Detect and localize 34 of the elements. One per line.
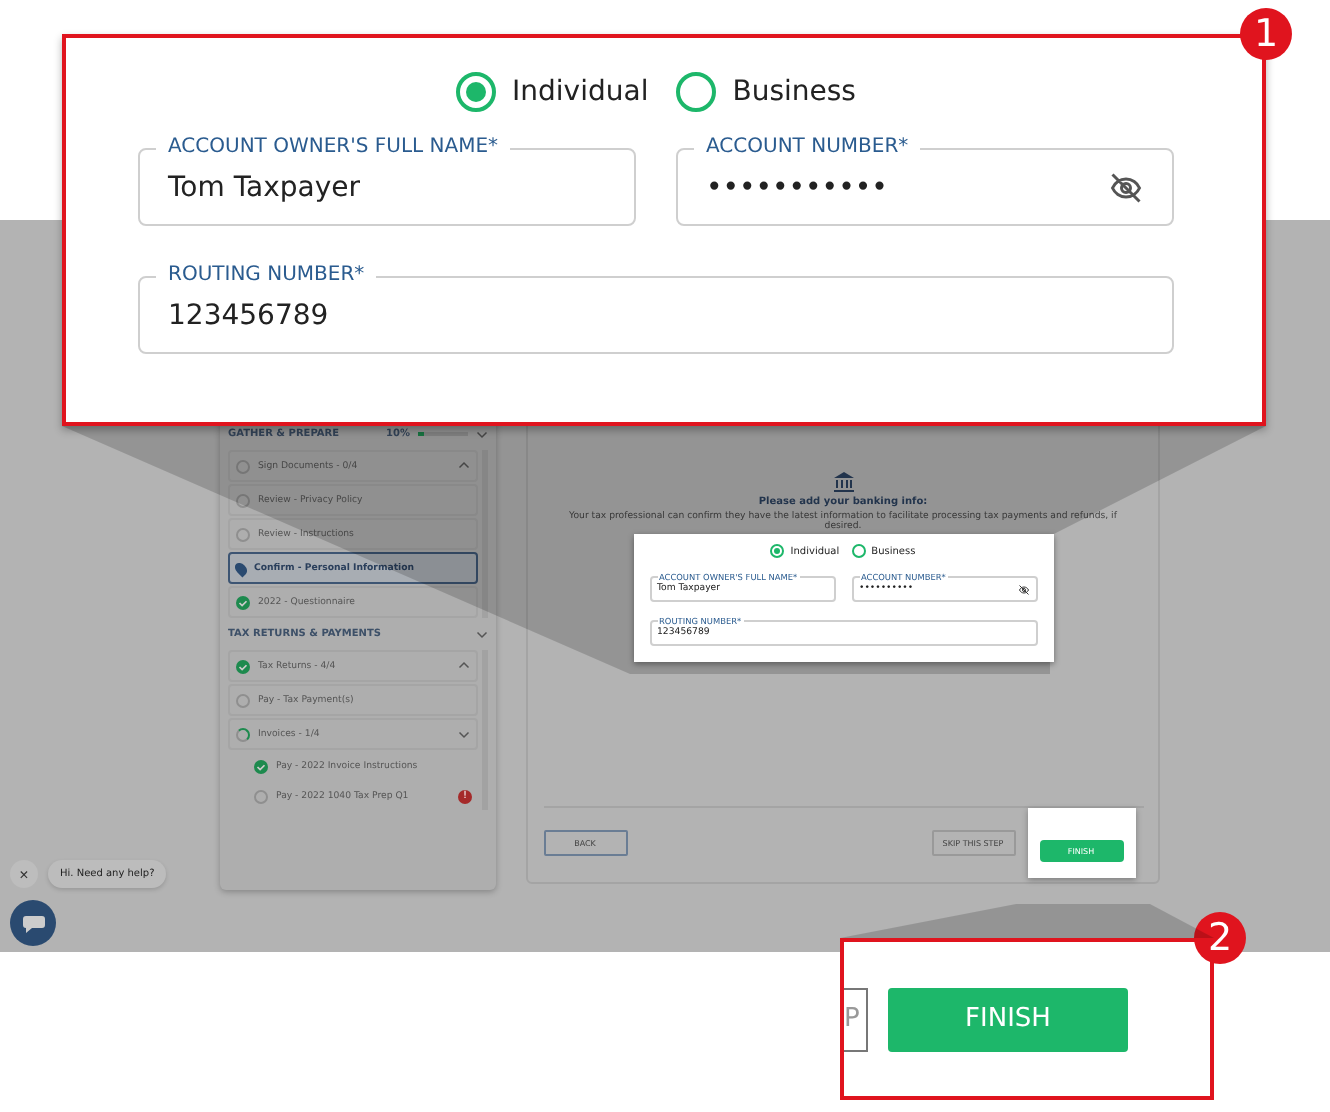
radio-button[interactable]	[676, 72, 717, 112]
bank-icon	[833, 472, 853, 492]
chat-bubble-icon	[21, 913, 45, 933]
check-icon	[254, 759, 268, 773]
check-icon	[236, 659, 250, 673]
chevron-up-icon[interactable]	[458, 660, 470, 672]
radio-option[interactable]: Individual	[456, 72, 649, 112]
chevron-up-icon[interactable]	[458, 460, 470, 472]
location-pin-icon	[232, 559, 250, 577]
field-label: ACCOUNT OWNER'S FULL NAME*	[156, 136, 511, 158]
radio-button[interactable]	[770, 544, 785, 558]
empty-circle-icon	[236, 459, 250, 473]
field-value: •••••••••••	[706, 171, 890, 203]
chevron-down-icon[interactable]	[458, 728, 470, 740]
hide-password-icon[interactable]	[1017, 583, 1029, 595]
finish-button[interactable]: FINISH	[888, 987, 1128, 1051]
field-value: 123456789	[168, 299, 331, 331]
radio-button[interactable]	[851, 544, 866, 558]
skip-button-fragment: P	[844, 987, 868, 1051]
field-label: ROUTING NUMBER*	[156, 264, 377, 286]
field-label: ACCOUNT NUMBER*	[694, 136, 921, 158]
progress-ring-icon	[236, 727, 250, 741]
radio-button[interactable]	[456, 72, 497, 112]
step-number-badge: 1	[1240, 8, 1292, 60]
empty-circle-icon	[254, 789, 268, 803]
empty-circle-icon	[236, 527, 250, 541]
empty-circle-icon	[236, 693, 250, 707]
field-value: Tom Taxpayer	[168, 171, 363, 203]
hide-password-icon[interactable]	[1108, 169, 1144, 205]
chevron-down-icon[interactable]	[476, 628, 488, 640]
check-icon	[236, 595, 250, 609]
chevron-down-icon[interactable]	[476, 428, 488, 440]
radio-option[interactable]: Business	[676, 72, 856, 112]
empty-circle-icon	[236, 493, 250, 507]
